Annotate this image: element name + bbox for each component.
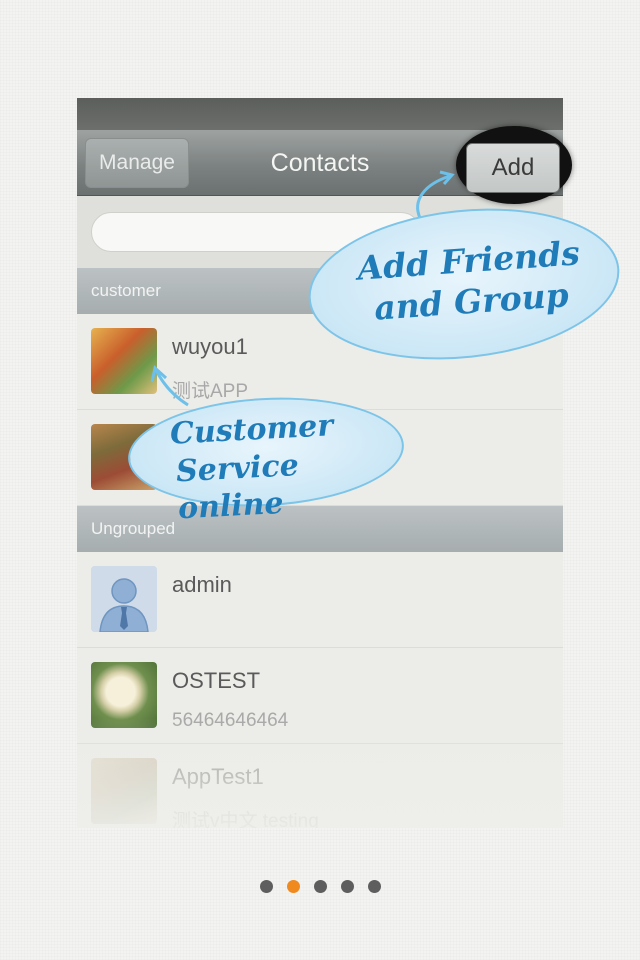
callout-customer-line2: Service online	[175, 447, 300, 527]
page-dot[interactable]	[340, 880, 354, 893]
page-dot-active[interactable]	[286, 880, 300, 893]
callout-text-customer: Customer Service online	[147, 403, 413, 529]
page-dot[interactable]	[259, 880, 273, 893]
page-indicator	[0, 880, 640, 894]
page-dot[interactable]	[367, 880, 381, 893]
page-dot[interactable]	[313, 880, 327, 893]
